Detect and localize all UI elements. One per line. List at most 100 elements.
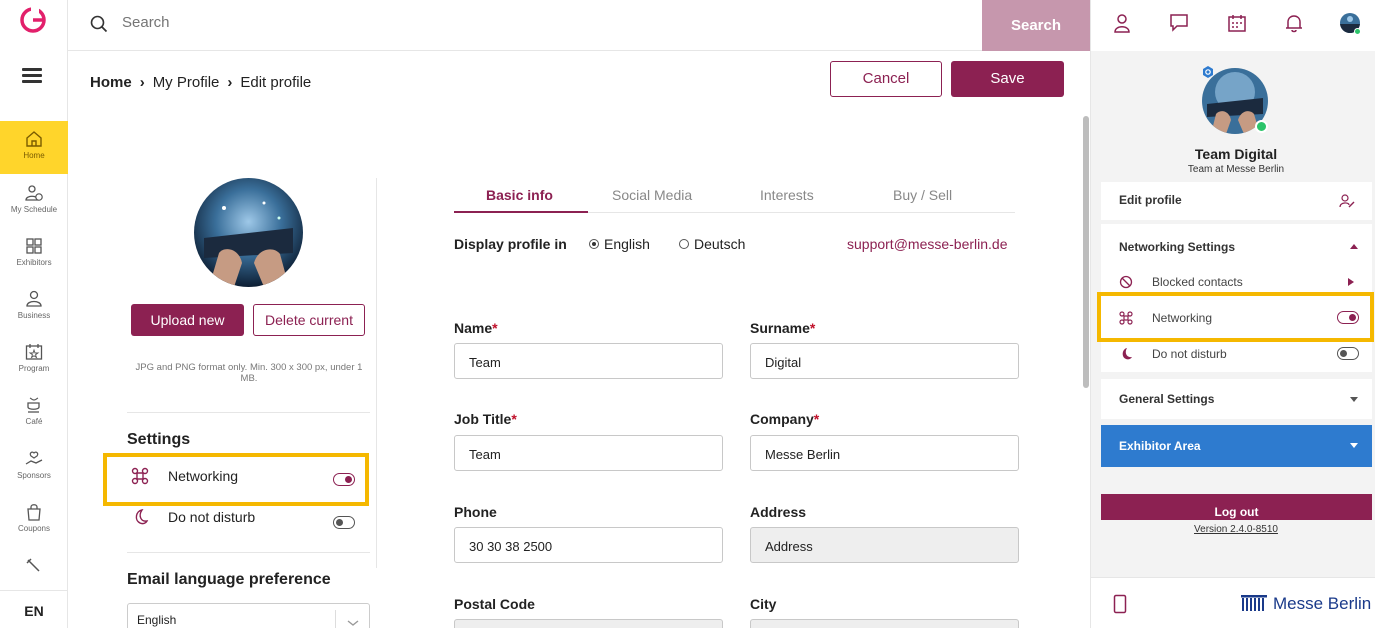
upload-photo-button[interactable]: Upload new (131, 304, 244, 336)
search-button[interactable]: Search (982, 0, 1090, 51)
logout-button[interactable]: Log out (1101, 494, 1372, 520)
radio-deutsch[interactable]: Deutsch (679, 236, 745, 252)
chevron-right-icon (1348, 278, 1354, 286)
nav-item-exhibitors[interactable]: Exhibitors (0, 228, 68, 281)
nav-label: Sponsors (17, 471, 51, 480)
surname-label: Surname* (750, 320, 816, 336)
phone-field[interactable]: 30 30 38 2500 (454, 527, 723, 563)
radio-english[interactable]: English (589, 236, 650, 252)
edit-profile-card[interactable]: Edit profile (1101, 182, 1372, 220)
chevron-down-icon (335, 610, 369, 628)
column-divider (376, 178, 377, 568)
online-status-dot (1255, 120, 1268, 133)
tab-basic-info[interactable]: Basic info (486, 187, 553, 203)
chat-icon[interactable] (1169, 13, 1189, 33)
chevron-up-icon[interactable] (1349, 242, 1359, 250)
user-icon[interactable] (1113, 13, 1131, 33)
breadcrumb-home[interactable]: Home (90, 74, 132, 91)
edit-user-icon (1339, 194, 1355, 208)
nav-item-cafe[interactable]: Café (0, 387, 68, 440)
menu-icon[interactable] (22, 68, 42, 83)
panel-user-subtitle: Team at Messe Berlin (1187, 164, 1285, 175)
radio-english-label: English (604, 236, 650, 252)
nav-label: Home (23, 151, 45, 160)
postal-code-field[interactable] (454, 619, 723, 628)
address-label: Address (750, 504, 807, 520)
nav-item-business[interactable]: Business (0, 281, 68, 334)
coupons-icon (27, 504, 41, 521)
phone-label: Phone (454, 504, 497, 520)
nav-item-home[interactable]: Home (0, 121, 68, 174)
version-link[interactable]: Version 2.4.0-8510 (1091, 524, 1375, 535)
brand-name: Messe Berlin (1273, 594, 1372, 613)
general-settings-card[interactable]: General Settings (1101, 379, 1372, 419)
exhibitor-area-label: Exhibitor Area (1119, 439, 1201, 453)
networking-settings-title[interactable]: Networking Settings (1119, 240, 1235, 254)
breadcrumb-my-profile[interactable]: My Profile (153, 74, 220, 91)
chevron-down-icon (1350, 397, 1358, 402)
radio-dot (589, 239, 599, 249)
name-field[interactable]: Team (454, 343, 723, 379)
surname-field[interactable]: Digital (750, 343, 1019, 379)
app-logo-icon[interactable] (19, 6, 47, 34)
nav-item-tools[interactable] (0, 548, 68, 578)
name-label: Name* (454, 320, 498, 336)
city-label: City (750, 596, 777, 612)
breadcrumb-separator: › (227, 74, 233, 91)
email-language-select[interactable]: English (127, 603, 370, 628)
save-button[interactable]: Save (951, 61, 1064, 97)
panel-dnd-label: Do not disturb (1152, 347, 1227, 361)
tab-social-media[interactable]: Social Media (612, 187, 692, 203)
search-icon (90, 15, 108, 33)
general-settings-label: General Settings (1119, 392, 1215, 406)
schedule-icon (25, 185, 43, 201)
profile-photo (194, 178, 303, 287)
sponsors-icon (25, 451, 43, 465)
search-input[interactable] (122, 14, 922, 31)
moon-icon (1122, 348, 1132, 360)
dnd-setting-row: Do not disturb (127, 506, 370, 530)
email-language-title: Email language preference (127, 571, 331, 588)
mobile-icon[interactable] (1113, 594, 1127, 614)
dnd-toggle[interactable] (333, 516, 355, 529)
calendar-icon[interactable] (1227, 13, 1247, 33)
highlight-frame (103, 453, 369, 506)
panel-dnd-toggle[interactable] (1337, 347, 1359, 360)
delete-photo-button[interactable]: Delete current (253, 304, 365, 336)
address-field[interactable]: Address (750, 527, 1019, 563)
wrench-icon (26, 558, 40, 572)
nav-item-sponsors[interactable]: Sponsors (0, 441, 68, 494)
city-field[interactable] (750, 619, 1019, 628)
support-email-link[interactable]: support@messe-berlin.de (847, 236, 1008, 252)
nav-item-schedule[interactable]: My Schedule (0, 175, 68, 228)
nav-label: Café (25, 417, 43, 426)
cancel-button[interactable]: Cancel (830, 61, 942, 97)
tab-interests[interactable]: Interests (760, 187, 814, 203)
profile-photo-image (194, 178, 303, 287)
scrollbar-thumb[interactable] (1083, 116, 1089, 388)
home-icon (26, 131, 42, 147)
postal-code-label: Postal Code (454, 596, 535, 612)
business-icon (26, 290, 42, 307)
nav-label: My Schedule (10, 205, 58, 214)
highlight-frame (1097, 292, 1374, 342)
company-field[interactable]: Messe Berlin (750, 435, 1019, 471)
nav-item-program[interactable]: Program (0, 334, 68, 387)
nav-item-coupons[interactable]: Coupons (0, 494, 68, 547)
tab-buy-sell[interactable]: Buy / Sell (893, 187, 952, 203)
language-switch[interactable]: EN (0, 590, 68, 628)
bell-icon[interactable] (1284, 13, 1304, 33)
verified-badge-icon (1203, 66, 1213, 78)
messe-berlin-logo: Messe Berlin (1241, 594, 1371, 614)
block-icon (1119, 275, 1133, 289)
breadcrumb-current: Edit profile (240, 74, 312, 91)
divider (127, 552, 370, 553)
profile-tabs: Basic info Social Media Interests Buy / … (454, 184, 1015, 213)
display-profile-label: Display profile in (454, 236, 567, 252)
nav-label: Coupons (17, 524, 51, 533)
edit-profile-label: Edit profile (1119, 193, 1182, 207)
panel-toolbar (1091, 0, 1375, 51)
exhibitors-icon (26, 238, 42, 254)
exhibitor-area-button[interactable]: Exhibitor Area (1101, 425, 1372, 467)
job-title-field[interactable]: Team (454, 435, 723, 471)
